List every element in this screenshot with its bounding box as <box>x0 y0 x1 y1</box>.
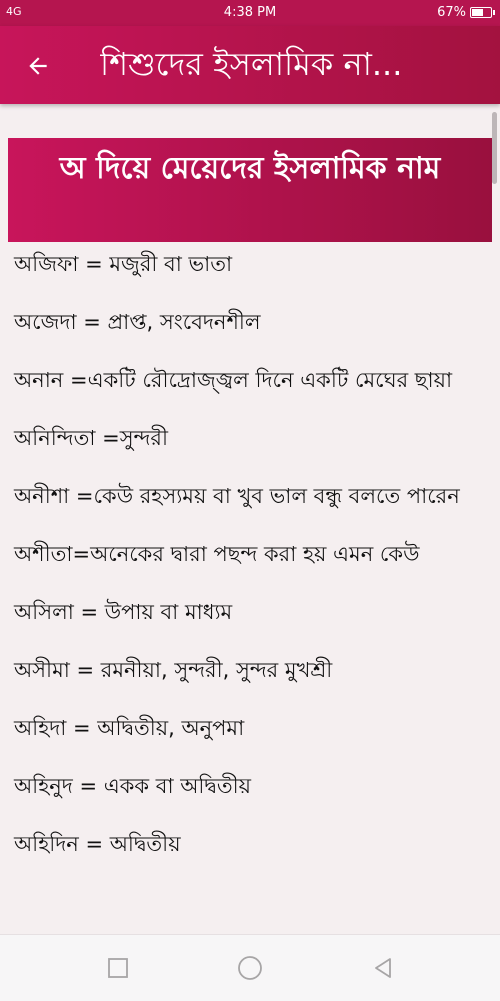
list-item: অসীমা = রমনীয়া, সুন্দরী, সুন্দর মুখশ্রী <box>14 658 333 682</box>
list-item: অজিফা = মজুরী বা ভাতা <box>14 252 233 276</box>
list-item: অনিন্দিতা =সুন্দরী <box>14 426 168 450</box>
home-circle-icon <box>238 956 262 980</box>
home-button[interactable] <box>235 953 265 983</box>
section-header: অ দিয়ে মেয়েদের ইসলামিক নাম <box>8 138 492 242</box>
scrollbar[interactable] <box>492 112 497 184</box>
list-item: অনান =একটি রৌদ্রোজ্জ্বল দিনে একটি মেঘের … <box>14 368 453 392</box>
content-scroll[interactable]: অ দিয়ে মেয়েদের ইসলামিক নাম অজিফা = মজু… <box>0 104 500 934</box>
recents-button[interactable] <box>103 953 133 983</box>
status-time: 4:38 PM <box>223 5 277 20</box>
name-list: অজিফা = মজুরী বা ভাতা অজেদা = প্রাপ্ত, স… <box>14 250 484 888</box>
battery-percent: 67% <box>437 5 466 20</box>
list-item: অনীশা =কেউ রহস্যময় বা খুব ভাল বন্ধু বলত… <box>14 484 460 508</box>
list-item: অহিদিন = অদ্বিতীয় <box>14 832 181 856</box>
back-nav-button[interactable] <box>368 953 398 983</box>
recents-square-icon <box>108 958 128 978</box>
list-item: অহিদা = অদ্বিতীয়, অনুপমা <box>14 716 245 740</box>
battery-status: 67% <box>437 5 495 20</box>
system-nav-bar <box>0 934 500 1001</box>
battery-icon <box>470 7 495 18</box>
back-button[interactable] <box>20 48 56 84</box>
list-item: অসিলা = উপায় বা মাধ্যম <box>14 600 233 624</box>
list-item: অশীতা=অনেকের দ্বারা পছন্দ করা হয় এমন কে… <box>14 542 420 566</box>
page-title: শিশুদের ইসলামিক না... <box>100 45 403 83</box>
list-item: অজেদা = প্রাপ্ত, সংবেদনশীল <box>14 310 261 334</box>
status-bar: 4G 4:38 PM 67% <box>0 0 500 26</box>
list-item: অহিনুদ = একক বা অদ্বিতীয় <box>14 774 252 798</box>
back-triangle-icon <box>375 958 391 978</box>
app-bar: শিশুদের ইসলামিক না... <box>0 26 500 104</box>
arrow-left-icon <box>29 57 47 75</box>
